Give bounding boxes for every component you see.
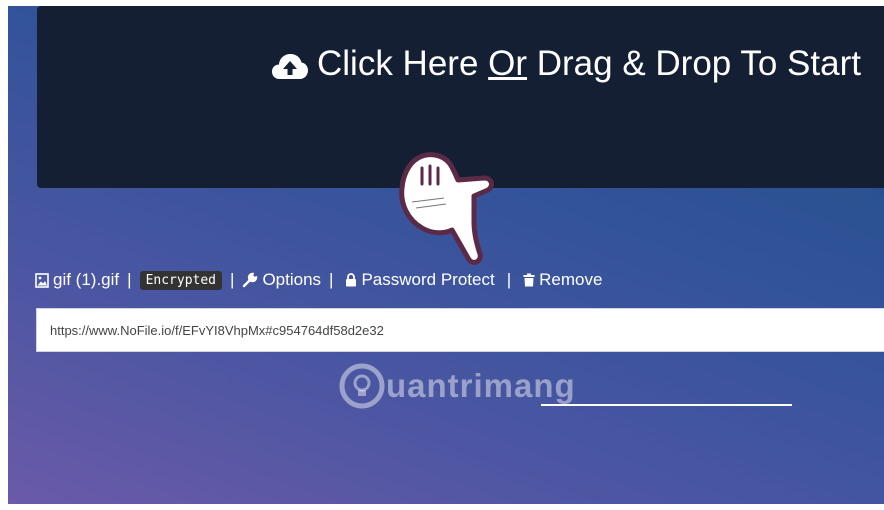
- encrypted-badge: Encrypted: [139, 270, 223, 290]
- separator: |: [127, 270, 132, 289]
- wrench-icon: [243, 272, 258, 288]
- dropzone-title-or: Or: [488, 44, 528, 83]
- bottom-panel-edge: [434, 504, 884, 510]
- options-link[interactable]: Options: [242, 270, 321, 290]
- file-name: gif (1).gif: [53, 270, 120, 289]
- underline-decoration: [541, 404, 792, 406]
- lightbulb-logo-icon: [339, 363, 385, 409]
- options-label: Options: [262, 270, 322, 289]
- dropzone-title-start: Click Here: [317, 44, 489, 83]
- lock-icon: [346, 273, 357, 287]
- remove-link[interactable]: Remove: [523, 270, 602, 290]
- password-protect-label: Password Protect: [361, 270, 495, 289]
- separator: |: [506, 270, 512, 289]
- password-protect-link[interactable]: Password Protect: [345, 270, 495, 290]
- share-url-input[interactable]: [37, 309, 884, 351]
- separator: |: [230, 270, 235, 289]
- image-file-icon: [35, 272, 49, 288]
- dropzone-title-end: Drag & Drop To Start: [527, 44, 861, 83]
- pointing-hand-icon: [399, 152, 494, 265]
- share-url-field[interactable]: [36, 308, 884, 352]
- watermark-text: uantrimang: [386, 367, 576, 404]
- separator: |: [329, 270, 334, 289]
- dropzone-title[interactable]: Click Here Or Drag & Drop To Start: [317, 42, 861, 86]
- cloud-upload-icon: [272, 54, 308, 79]
- page-background: Click Here Or Drag & Drop To Start gif (…: [8, 6, 884, 504]
- trash-icon: [523, 273, 535, 287]
- remove-label: Remove: [539, 270, 603, 289]
- file-name-link[interactable]: gif (1).gif: [35, 270, 119, 290]
- file-info-row: gif (1).gif | Encrypted | Options | Pass…: [35, 268, 602, 292]
